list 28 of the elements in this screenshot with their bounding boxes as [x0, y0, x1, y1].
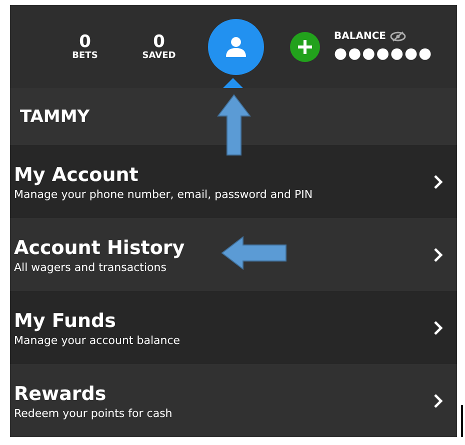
menu-title: My Account — [14, 162, 138, 188]
chevron-right-icon — [433, 246, 443, 262]
menu-title: Account History — [14, 236, 185, 260]
stat-label: SAVED — [142, 50, 176, 60]
add-funds-button[interactable] — [290, 32, 320, 62]
chevron-right-icon — [433, 174, 443, 190]
menu-item[interactable]: My Account Manage your phone number, email, password and PIN — [10, 145, 457, 218]
menu-title: Rewards — [14, 382, 106, 406]
menu-item[interactable]: My Funds Manage your account balance — [10, 291, 457, 364]
balance-label: BALANCE — [334, 31, 386, 42]
menu-subtitle: Manage your phone number, email, password and PIN — [14, 188, 313, 200]
chevron-right-icon — [433, 320, 443, 336]
menu-subtitle: Manage your account balance — [14, 334, 180, 346]
menu-subtitle: All wagers and transactions — [14, 260, 166, 274]
user-icon — [225, 36, 247, 58]
chevron-right-icon — [433, 392, 443, 408]
menu-subtitle: Redeem your points for cash — [14, 406, 172, 420]
left-arrow-annotation — [221, 236, 287, 270]
plus-icon — [297, 38, 313, 54]
stat-value: 0 — [79, 32, 91, 50]
menu-title: My Funds — [14, 308, 116, 334]
up-arrow-annotation — [217, 94, 251, 156]
user-name: TAMMY — [20, 106, 90, 126]
balance-value: ●●●●●●● — [334, 44, 433, 62]
hidden-eye-icon[interactable] — [390, 31, 406, 42]
stat-value: 0 — [153, 32, 165, 50]
stat-label: BETS — [72, 50, 98, 60]
text-cursor — [461, 405, 463, 437]
